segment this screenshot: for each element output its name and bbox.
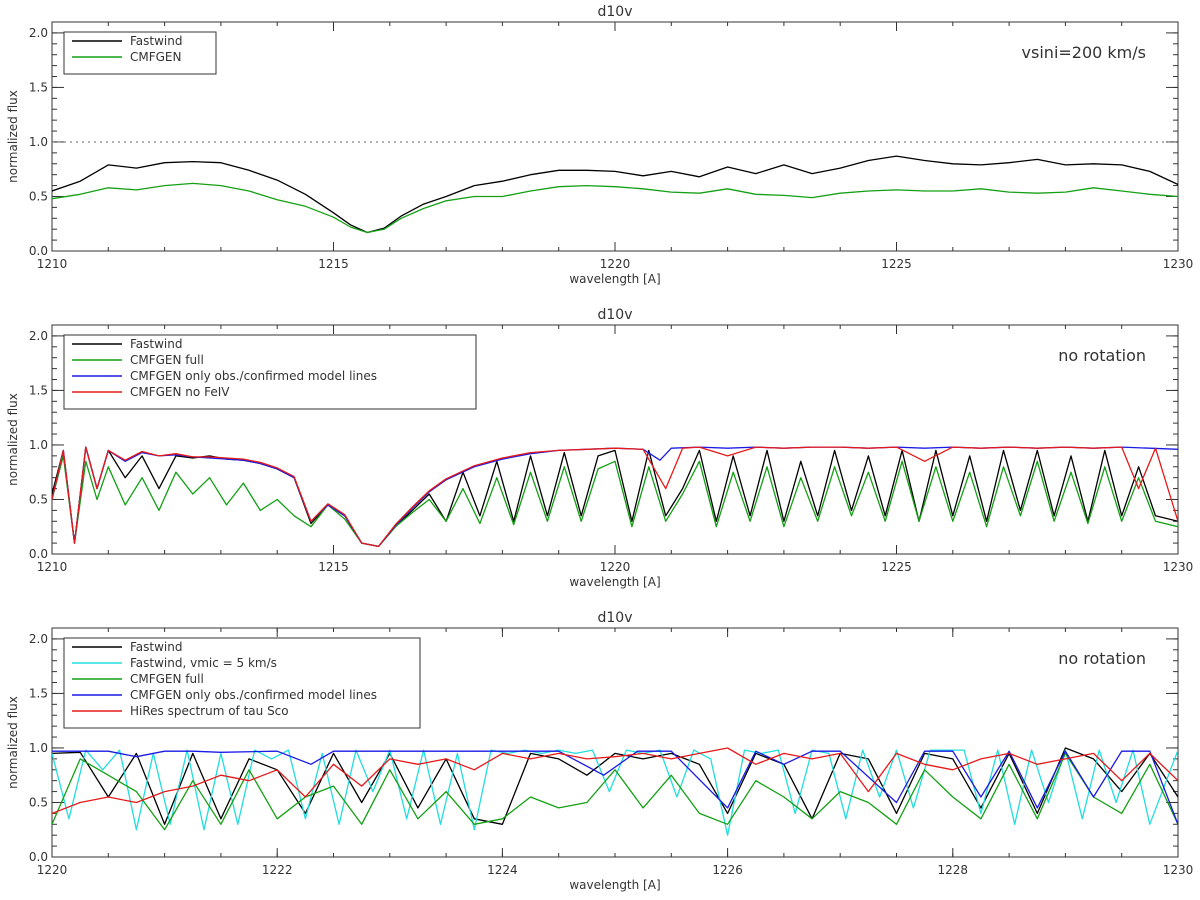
legend-label-1: Fastwind	[130, 34, 182, 48]
x-tick-label: 1220	[37, 863, 68, 877]
legend-label-3: CMFGEN only obs./confirmed model lines	[130, 369, 377, 383]
legend-label-5: HiRes spectrum of tau Sco	[130, 704, 289, 718]
x-tick-label: 1230	[1163, 257, 1194, 271]
y-tick-label: 1.5	[29, 80, 48, 94]
y-tick-label: 1.5	[29, 383, 48, 397]
legend-label-1: Fastwind	[130, 640, 182, 654]
chart-annotation: no rotation	[1058, 649, 1146, 668]
legend-label-4: CMFGEN only obs./confirmed model lines	[130, 688, 377, 702]
legend-label-3: CMFGEN full	[130, 672, 204, 686]
legend-label-2: Fastwind, vmic = 5 km/s	[130, 656, 277, 670]
y-tick-label: 1.5	[29, 686, 48, 700]
chart-annotation: vsini=200 km/s	[1022, 43, 1146, 62]
legend: Fastwind CMFGEN	[63, 31, 217, 75]
legend-label-4: CMFGEN no FeIV	[130, 385, 230, 399]
y-tick-label: 1.0	[29, 438, 48, 452]
legend: Fastwind Fastwind, vmic = 5 km/s CMFGEN fu…	[63, 637, 421, 729]
x-tick-label: 1230	[1163, 863, 1194, 877]
legend-label-2: CMFGEN	[130, 50, 182, 64]
x-tick-label: 1225	[881, 560, 912, 574]
y-tick-label: 1.0	[29, 741, 48, 755]
chart-title: d10v	[598, 4, 633, 20]
x-axis-label: wavelength [A]	[569, 575, 660, 589]
x-tick-label: 1215	[318, 560, 349, 574]
figure: d10v 1210 1215 1220 1225 1230 0.0 0.5 1.0 1.5 2.0 w…	[0, 0, 1200, 900]
y-axis-label: normalized flux	[6, 696, 20, 789]
x-tick-label: 1222	[262, 863, 293, 877]
legend-label-2: CMFGEN full	[130, 353, 204, 367]
y-tick-label: 1.0	[29, 135, 48, 149]
y-tick-label: 2.0	[29, 26, 48, 40]
y-axis-label: normalized flux	[6, 393, 20, 486]
x-tick-label: 1224	[487, 863, 518, 877]
x-tick-label: 1226	[712, 863, 743, 877]
y-tick-label: 0.0	[29, 850, 48, 864]
y-tick-label: 0.0	[29, 244, 48, 258]
x-tick-label: 1220	[600, 257, 631, 271]
x-tick-label: 1228	[938, 863, 969, 877]
x-tick-label: 1225	[881, 257, 912, 271]
x-tick-label: 1210	[37, 257, 68, 271]
y-tick-label: 2.0	[29, 329, 48, 343]
x-axis-label: wavelength [A]	[569, 878, 660, 892]
chart-title: d10v	[598, 610, 633, 626]
x-axis-label: wavelength [A]	[569, 272, 660, 286]
x-tick-label: 1220	[600, 560, 631, 574]
x-tick-label: 1215	[318, 257, 349, 271]
x-tick-label: 1230	[1163, 560, 1194, 574]
y-tick-label: 0.0	[29, 547, 48, 561]
legend: Fastwind CMFGEN full CMFGEN only obs./conf…	[63, 334, 477, 410]
legend-label-1: Fastwind	[130, 337, 182, 351]
y-tick-label: 0.5	[29, 189, 48, 203]
y-axis-label: normalized flux	[6, 90, 20, 183]
y-tick-label: 0.5	[29, 795, 48, 809]
x-tick-label: 1210	[37, 560, 68, 574]
chart-title: d10v	[598, 307, 633, 323]
y-tick-label: 0.5	[29, 492, 48, 506]
chart-annotation: no rotation	[1058, 346, 1146, 365]
y-tick-label: 2.0	[29, 632, 48, 646]
